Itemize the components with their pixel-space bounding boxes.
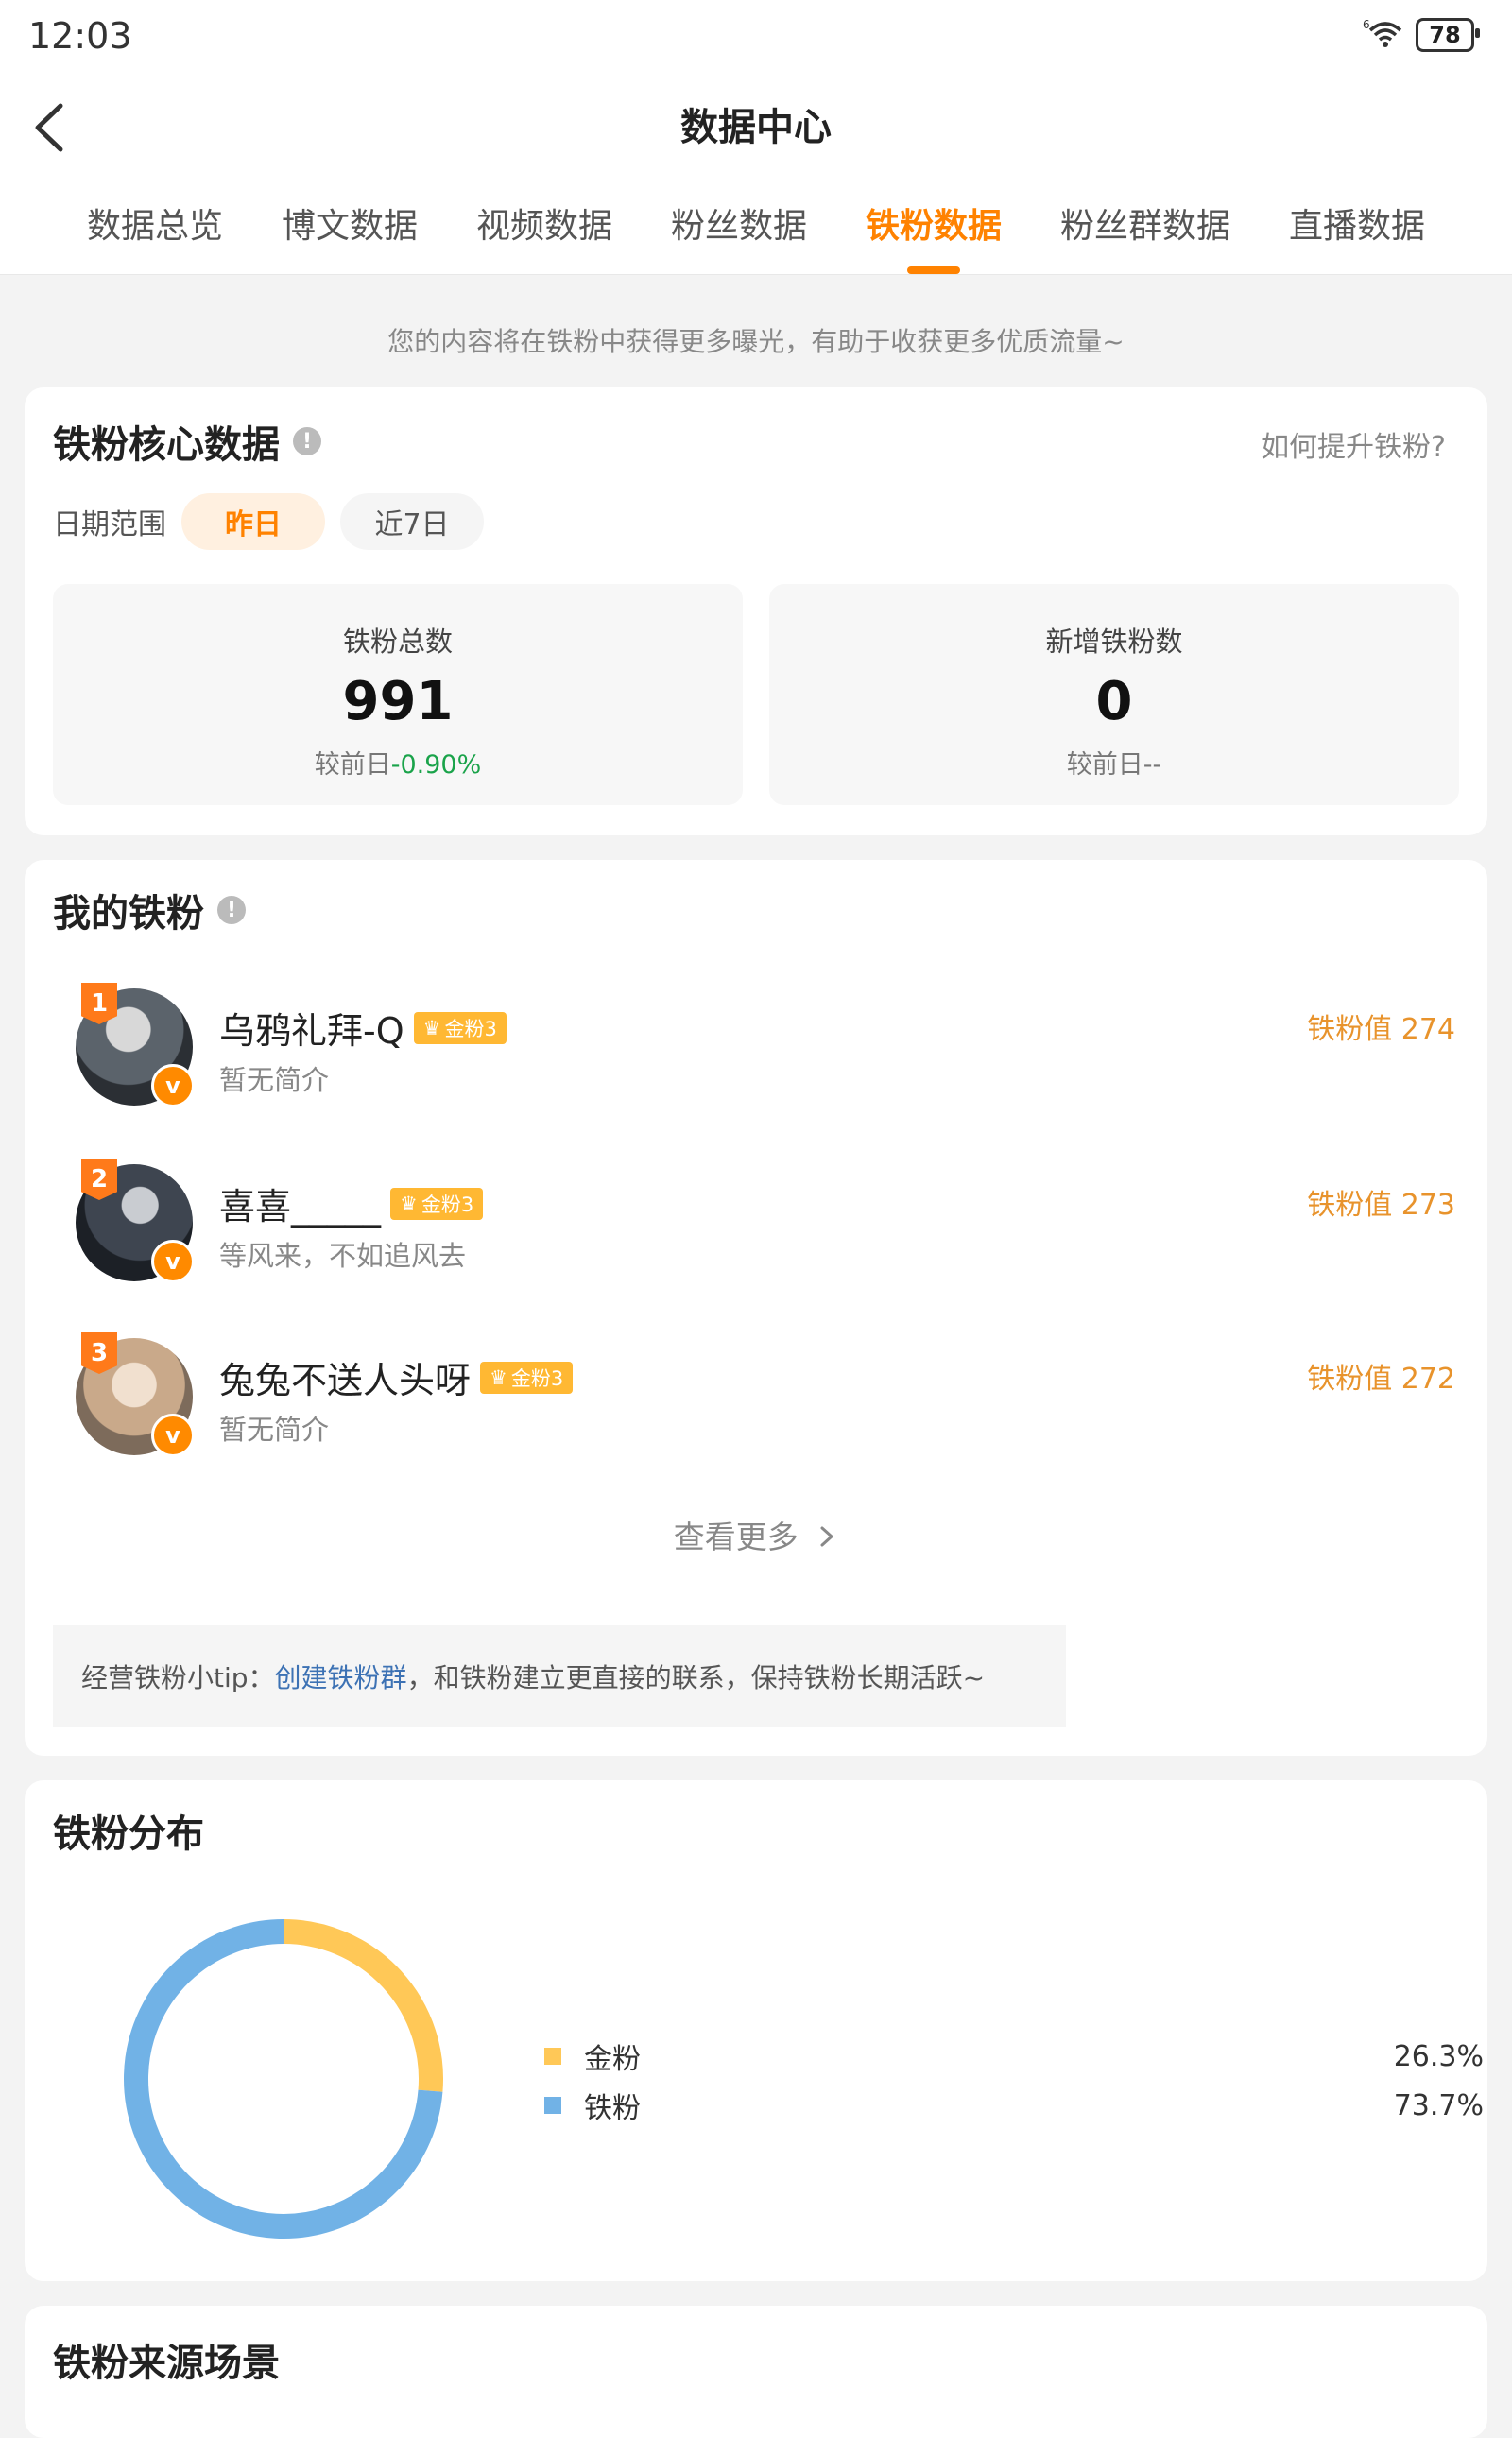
rank-badge: 3 — [81, 1332, 117, 1374]
rank-badge: 1 — [81, 983, 117, 1024]
core-data-title: 铁粉核心数据 ! — [53, 414, 321, 469]
tip-box: 经营铁粉小tip： 创建铁粉群 ，和铁粉建立更直接的联系，保持铁粉长期活跃~ — [53, 1625, 1066, 1727]
legend-swatch-gold — [544, 2048, 561, 2065]
stat-compare-value: -0.90% — [390, 750, 482, 780]
source-title: 铁粉来源场景 — [53, 2342, 280, 2385]
fan-bio: 等风来，不如追风去 — [219, 1240, 467, 1272]
legend-iron-fans: 铁粉 73.7% — [544, 2085, 1484, 2126]
tab-bar: 数据总览 博文数据 视频数据 粉丝数据 铁粉数据 粉丝群数据 直播数据 — [0, 198, 1512, 274]
tab-videos[interactable]: 视频数据 — [476, 198, 612, 248]
stat-label: 铁粉总数 — [342, 626, 453, 658]
core-data-title-text: 铁粉核心数据 — [53, 423, 280, 467]
distribution-title: 铁粉分布 — [53, 1812, 204, 1856]
stat-compare: 较前日-- — [769, 744, 1459, 781]
info-icon[interactable]: ! — [217, 896, 246, 924]
fan-name[interactable]: 兔兔不送人头呀 — [219, 1351, 471, 1403]
fan-row[interactable]: 1 v 乌鸦礼拜-Q ♛ 金粉3 暂无简介 铁粉值 274 — [53, 977, 1459, 1109]
fan-bio: 暂无简介 — [219, 1064, 330, 1096]
tab-iron-fans[interactable]: 铁粉数据 — [866, 198, 1002, 274]
gold-fan-badge: ♛ 金粉3 — [390, 1187, 484, 1220]
stat-compare: 较前日-0.90% — [53, 744, 743, 781]
legend-swatch-iron — [544, 2097, 561, 2114]
verified-icon: v — [151, 1240, 195, 1283]
distribution-donut-chart — [124, 1919, 443, 2239]
gold-fan-badge: ♛ 金粉3 — [413, 1011, 507, 1044]
wifi-icon: 6 — [1363, 17, 1404, 53]
stat-compare-value: -- — [1143, 750, 1162, 780]
verified-icon: v — [151, 1064, 195, 1107]
range-7days-chip[interactable]: 近7日 — [340, 493, 484, 550]
core-data-card: 铁粉核心数据 ! 如何提升铁粉? 日期范围 昨日 近7日 铁粉总数 991 较前… — [25, 387, 1487, 835]
my-fans-title: 我的铁粉 ! — [53, 883, 246, 937]
badge-label: 金粉3 — [444, 1017, 497, 1040]
status-time: 12:03 — [28, 15, 132, 57]
svg-text:6: 6 — [1363, 18, 1370, 31]
status-icons: 6 78 — [1363, 17, 1480, 53]
stat-new-iron-fans: 新增铁粉数 0 较前日-- — [769, 584, 1459, 805]
verified-icon: v — [151, 1414, 195, 1457]
iron-fan-value: 铁粉值 272 — [1307, 1363, 1455, 1396]
battery-level: 78 — [1429, 22, 1461, 48]
fan-bio: 暂无简介 — [219, 1414, 330, 1446]
crown-icon: ♛ — [490, 1365, 507, 1389]
tab-live[interactable]: 直播数据 — [1289, 198, 1425, 248]
see-more-label: 查看更多 — [673, 1519, 799, 1555]
legend-gold-fans: 金粉 26.3% — [544, 2035, 1484, 2077]
tab-fan-groups[interactable]: 粉丝群数据 — [1060, 198, 1230, 248]
fan-name-row: 兔兔不送人头呀 ♛ 金粉3 — [219, 1351, 574, 1403]
rank-badge: 2 — [81, 1159, 117, 1200]
stat-total-iron-fans: 铁粉总数 991 较前日-0.90% — [53, 584, 743, 805]
create-fan-group-link[interactable]: 创建铁粉群 — [275, 1657, 407, 1695]
fan-name[interactable]: 喜喜_____ — [219, 1177, 381, 1229]
my-fans-card: 我的铁粉 ! 1 v 乌鸦礼拜-Q ♛ 金粉3 暂无简介 铁粉值 274 2 v … — [25, 860, 1487, 1756]
notice-text: 您的内容将在铁粉中获得更多曝光，有助于收获更多优质流量~ — [387, 326, 1125, 357]
tab-fans[interactable]: 粉丝数据 — [671, 198, 807, 248]
tip-suffix: ，和铁粉建立更直接的联系，保持铁粉长期活跃~ — [406, 1662, 986, 1693]
crown-icon: ♛ — [422, 1016, 441, 1039]
range-yesterday-chip[interactable]: 昨日 — [181, 493, 325, 550]
gold-fan-badge: ♛ 金粉3 — [480, 1361, 574, 1394]
donut-slice-gold-fans — [283, 1919, 443, 2092]
tab-overview[interactable]: 数据总览 — [87, 198, 223, 248]
stat-compare-prefix: 较前日 — [314, 750, 391, 780]
my-fans-title-text: 我的铁粉 — [53, 892, 204, 936]
legend-label: 金粉 — [584, 2043, 641, 2076]
fan-row[interactable]: 2 v 喜喜_____ ♛ 金粉3 等风来，不如追风去 铁粉值 273 — [53, 1153, 1459, 1285]
source-card: 铁粉来源场景 — [25, 2306, 1487, 2438]
stat-value: 991 — [342, 671, 454, 732]
date-range-row: 日期范围 昨日 近7日 — [53, 493, 484, 550]
tip-prefix: 经营铁粉小tip： — [81, 1662, 275, 1693]
top-bar: 12:03 6 78 数据中心 数据总览 博文数据 视频数据 粉丝数据 铁粉数据… — [0, 0, 1512, 275]
how-to-improve-link[interactable]: 如何提升铁粉? — [1261, 423, 1446, 465]
info-icon[interactable]: ! — [293, 427, 321, 455]
fan-row[interactable]: 3 v 兔兔不送人头呀 ♛ 金粉3 暂无简介 铁粉值 272 — [53, 1327, 1459, 1459]
stat-value: 0 — [1095, 671, 1133, 732]
iron-fan-value: 铁粉值 273 — [1307, 1189, 1455, 1222]
legend-label: 铁粉 — [584, 2092, 641, 2125]
battery-icon: 78 — [1416, 18, 1480, 52]
see-more-button[interactable]: 查看更多 — [25, 1512, 1487, 1557]
fan-name[interactable]: 乌鸦礼拜-Q — [219, 1002, 404, 1054]
distribution-card: 铁粉分布 金粉 26.3% 铁粉 73.7% — [25, 1780, 1487, 2281]
stat-label: 新增铁粉数 — [1045, 626, 1183, 658]
tab-posts[interactable]: 博文数据 — [282, 198, 418, 248]
legend-percent: 73.7% — [1393, 2088, 1484, 2122]
date-range-label: 日期范围 — [53, 508, 166, 541]
fan-name-row: 乌鸦礼拜-Q ♛ 金粉3 — [219, 1002, 507, 1054]
legend-percent: 26.3% — [1393, 2039, 1484, 2073]
fan-name-row: 喜喜_____ ♛ 金粉3 — [219, 1177, 484, 1229]
stat-compare-prefix: 较前日 — [1066, 750, 1143, 780]
crown-icon: ♛ — [400, 1192, 418, 1215]
page-title: 数据中心 — [680, 106, 832, 149]
badge-label: 金粉3 — [510, 1366, 564, 1390]
chevron-right-icon — [820, 1526, 833, 1547]
iron-fan-value: 铁粉值 274 — [1307, 1013, 1455, 1046]
badge-label: 金粉3 — [421, 1193, 474, 1216]
